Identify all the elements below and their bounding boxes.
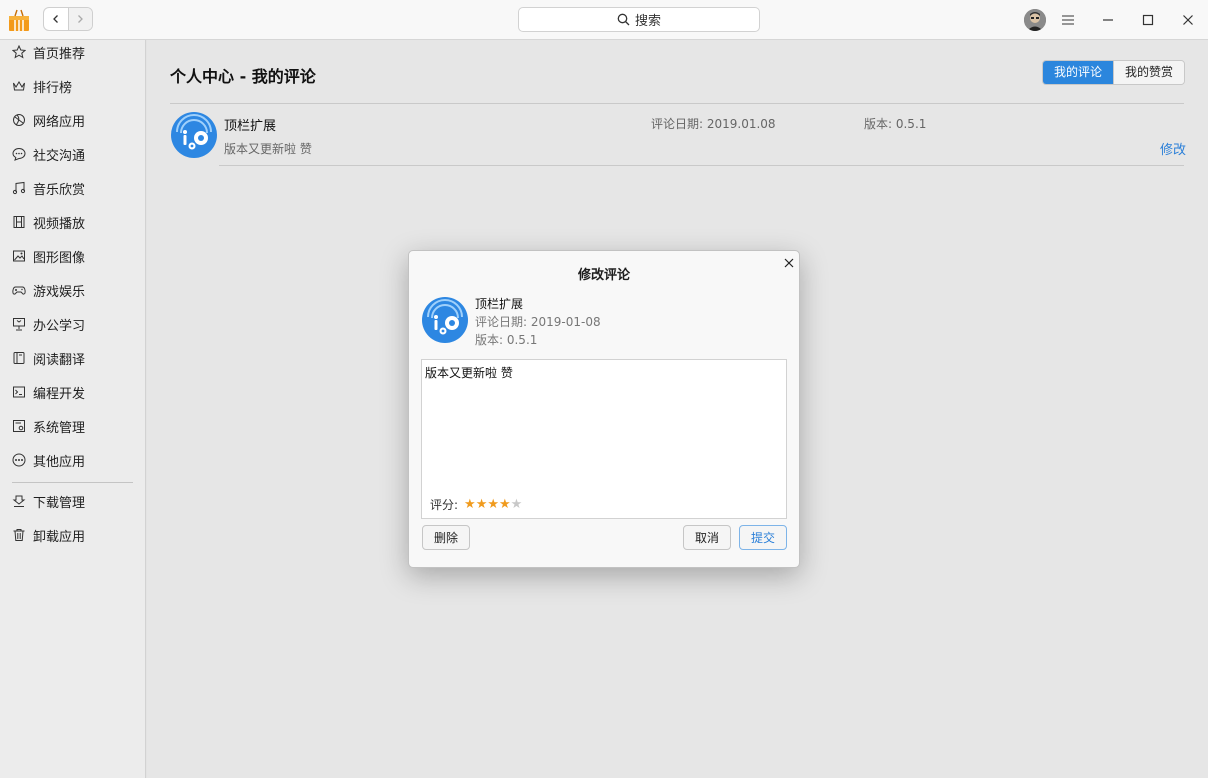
dialog-review-date: 评论日期: 2019-01-08	[475, 315, 601, 329]
app-store-logo-icon	[8, 8, 30, 32]
sidebar-item-system[interactable]: 系统管理	[0, 411, 146, 441]
sidebar-item-label: 卸载应用	[33, 529, 86, 545]
tab-my-reviews[interactable]: 我的评论	[1043, 61, 1114, 84]
cancel-button[interactable]: 取消	[683, 525, 731, 550]
book-icon	[13, 352, 25, 364]
menu-icon	[1062, 15, 1074, 25]
globe-icon	[13, 114, 25, 126]
star-icon[interactable]: ★	[487, 497, 499, 512]
sidebar: 首页推荐 排行榜 网络应用 社交沟通 音乐欣赏 视频播放 图形图像 游戏娱乐 办…	[0, 40, 146, 778]
sidebar-item-programming[interactable]: 编程开发	[0, 377, 146, 407]
maximize-icon	[1142, 14, 1154, 26]
rating-label: 评分:	[430, 498, 459, 512]
sidebar-item-label: 排行榜	[33, 80, 73, 96]
avatar[interactable]	[1024, 9, 1046, 31]
sidebar-item-music[interactable]: 音乐欣赏	[0, 173, 146, 203]
app-icon-topbar-extension	[171, 112, 217, 158]
sidebar-item-video[interactable]: 视频播放	[0, 207, 146, 237]
back-button[interactable]	[44, 8, 69, 30]
review-date: 评论日期: 2019.01.08	[651, 117, 776, 131]
sidebar-item-label: 网络应用	[33, 114, 86, 130]
review-version: 版本: 0.5.1	[864, 117, 927, 131]
settings-panel-icon	[13, 420, 25, 432]
music-note-icon	[12, 181, 26, 195]
sidebar-item-label: 阅读翻译	[33, 352, 86, 368]
sidebar-item-label: 办公学习	[33, 318, 86, 334]
sidebar-item-label: 游戏娱乐	[33, 284, 86, 300]
sidebar-divider	[12, 482, 133, 483]
chat-icon	[12, 147, 26, 161]
close-icon	[1183, 15, 1193, 25]
star-icon	[12, 45, 26, 59]
star-icon[interactable]: ★	[511, 497, 523, 512]
close-icon	[784, 258, 794, 268]
star-rating[interactable]: ★ ★ ★ ★ ★	[464, 497, 523, 512]
app-icon-topbar-extension	[422, 297, 468, 343]
image-icon	[13, 250, 25, 262]
film-icon	[13, 216, 25, 228]
close-button[interactable]	[1178, 10, 1198, 30]
divider	[170, 103, 1184, 104]
gamepad-icon	[12, 286, 26, 295]
more-dots-icon	[12, 453, 26, 467]
sidebar-item-games[interactable]: 游戏娱乐	[0, 275, 146, 305]
delete-button[interactable]: 删除	[422, 525, 470, 550]
back-arrow-icon	[52, 15, 58, 23]
dialog-close-button[interactable]	[781, 255, 797, 271]
sidebar-item-downloads[interactable]: 下载管理	[0, 486, 146, 516]
sidebar-item-label: 下载管理	[33, 495, 86, 511]
sidebar-item-label: 音乐欣赏	[33, 182, 86, 198]
dialog-app-name: 顶栏扩展	[475, 297, 524, 311]
review-app-name: 顶栏扩展	[224, 119, 277, 134]
tab-switcher: 我的评论 我的赞赏	[1042, 60, 1186, 85]
sidebar-item-social[interactable]: 社交沟通	[0, 139, 146, 169]
search-box[interactable]: 搜索	[518, 7, 760, 32]
sidebar-item-label: 首页推荐	[33, 46, 86, 62]
download-icon	[12, 495, 26, 507]
review-text: 版本又更新啦 赞	[224, 142, 312, 156]
search-icon	[617, 13, 630, 26]
maximize-button[interactable]	[1138, 10, 1158, 30]
sidebar-item-label: 图形图像	[33, 250, 86, 266]
terminal-icon	[13, 386, 25, 398]
star-icon[interactable]: ★	[476, 497, 488, 512]
menu-button[interactable]	[1058, 10, 1078, 30]
search-label: 搜索	[634, 14, 661, 29]
comment-textarea[interactable]: 版本又更新啦 赞 评分: ★ ★ ★ ★ ★	[421, 359, 787, 519]
forward-arrow-icon	[78, 15, 84, 23]
dialog-title: 修改评论	[577, 268, 630, 283]
edit-review-dialog: 修改评论 顶栏扩展 评论日期: 2019-01-08 版本: 0.5.1 版本又…	[408, 250, 800, 568]
page-title: 个人中心 - 我的评论	[170, 67, 316, 86]
sidebar-item-office[interactable]: 办公学习	[0, 309, 146, 339]
dialog-app-version: 版本: 0.5.1	[475, 333, 538, 347]
trash-icon	[13, 529, 25, 541]
star-icon[interactable]: ★	[499, 497, 511, 512]
edit-review-link[interactable]: 修改	[1160, 139, 1186, 158]
sidebar-item-reading[interactable]: 阅读翻译	[0, 343, 146, 373]
sidebar-item-label: 编程开发	[33, 386, 86, 402]
minimize-icon	[1103, 19, 1113, 21]
sidebar-item-network[interactable]: 网络应用	[0, 105, 146, 135]
sidebar-item-others[interactable]: 其他应用	[0, 445, 146, 475]
presentation-icon	[13, 318, 25, 331]
submit-button[interactable]: 提交	[739, 525, 787, 550]
title-bar: 搜索	[0, 0, 1208, 40]
navigation-buttons	[43, 7, 93, 31]
sidebar-item-label: 其他应用	[33, 454, 86, 470]
rating-row: 评分: ★ ★ ★ ★ ★	[430, 496, 522, 513]
tab-my-rewards[interactable]: 我的赞赏	[1113, 61, 1185, 84]
divider	[219, 165, 1184, 166]
star-icon[interactable]: ★	[464, 497, 476, 512]
sidebar-item-label: 社交沟通	[33, 148, 86, 164]
sidebar-item-home[interactable]: 首页推荐	[0, 37, 146, 67]
forward-button[interactable]	[68, 8, 92, 30]
minimize-button[interactable]	[1098, 10, 1118, 30]
crown-icon	[13, 81, 25, 91]
sidebar-item-graphics[interactable]: 图形图像	[0, 241, 146, 271]
sidebar-item-uninstall[interactable]: 卸载应用	[0, 520, 146, 550]
sidebar-item-label: 系统管理	[33, 420, 86, 436]
sidebar-item-ranking[interactable]: 排行榜	[0, 71, 146, 101]
sidebar-item-label: 视频播放	[33, 216, 86, 232]
comment-text: 版本又更新啦 赞	[425, 366, 513, 380]
